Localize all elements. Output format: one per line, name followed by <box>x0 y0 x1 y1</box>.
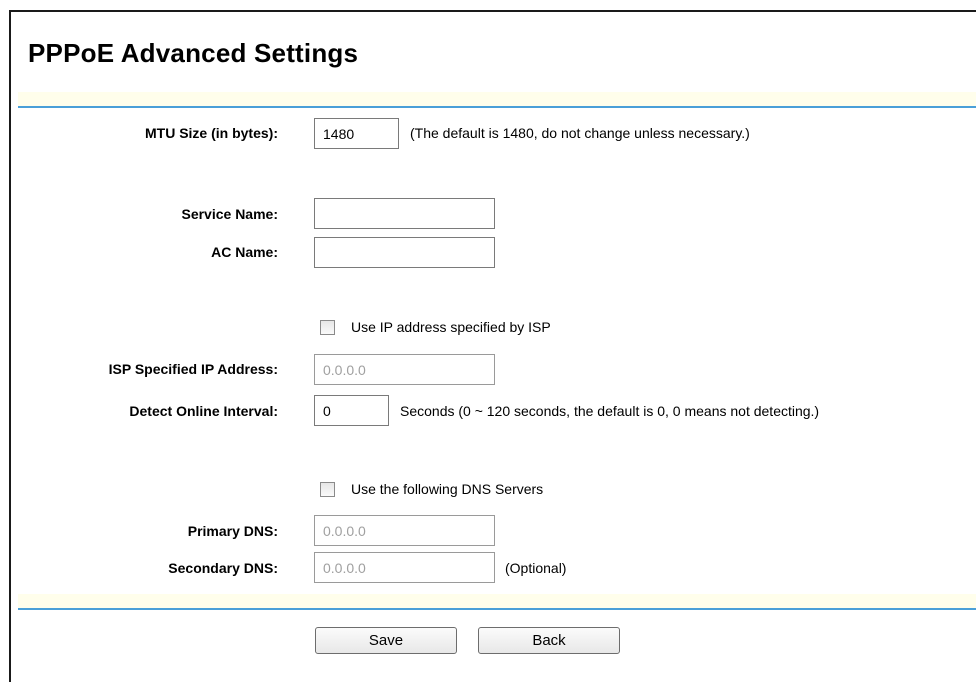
service-name-label: Service Name: <box>181 206 278 222</box>
mtu-label: MTU Size (in bytes): <box>144 125 278 141</box>
ac-name-label: AC Name: <box>211 244 278 260</box>
use-dns-label: Use the following DNS Servers <box>351 481 544 497</box>
header-divider <box>18 92 976 108</box>
footer-divider <box>18 594 976 610</box>
isp-ip-input[interactable] <box>314 354 495 385</box>
isp-ip-label: ISP Specified IP Address: <box>108 361 278 377</box>
back-button[interactable]: Back <box>478 627 620 654</box>
mtu-input[interactable] <box>314 118 399 149</box>
ac-name-input[interactable] <box>314 237 495 268</box>
page-title: PPPoE Advanced Settings <box>28 38 359 68</box>
service-name-input[interactable] <box>314 198 495 229</box>
detect-interval-note: Seconds (0 ~ 120 seconds, the default is… <box>400 403 820 419</box>
primary-dns-label: Primary DNS: <box>187 523 278 539</box>
use-isp-ip-label: Use IP address specified by ISP <box>351 319 551 335</box>
detect-interval-label: Detect Online Interval: <box>129 403 278 419</box>
primary-dns-input[interactable] <box>314 515 495 546</box>
use-dns-checkbox[interactable] <box>320 482 335 497</box>
detect-interval-input[interactable] <box>314 395 389 426</box>
save-button[interactable]: Save <box>315 627 457 654</box>
secondary-dns-label: Secondary DNS: <box>168 560 278 576</box>
use-isp-ip-checkbox[interactable] <box>320 320 335 335</box>
secondary-dns-note: (Optional) <box>505 560 567 576</box>
secondary-dns-input[interactable] <box>314 552 495 583</box>
mtu-note: (The default is 1480, do not change unle… <box>410 125 750 141</box>
